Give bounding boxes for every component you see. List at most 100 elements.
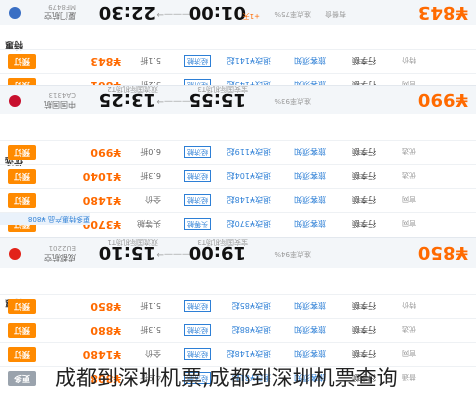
fare-price: ¥850 bbox=[90, 300, 121, 313]
passenger-notice-link[interactable]: 旅客须知 bbox=[294, 348, 326, 359]
baggage-info: 行李额 bbox=[352, 325, 376, 334]
fare-type: 官网 bbox=[402, 195, 416, 203]
departure-airport: 双流国际机场T2 bbox=[107, 85, 158, 93]
cabin-tag: 经济舱 bbox=[184, 194, 211, 206]
baggage-info: 行李额 bbox=[352, 56, 376, 65]
baggage-info: 行李额 bbox=[352, 195, 376, 204]
book-button[interactable]: 预订 bbox=[8, 54, 36, 69]
flight-header-2[interactable]: 中国国航 CA4313 13:25 双流国际机场T2 ———→ 15:55 宝安… bbox=[0, 85, 476, 114]
book-button[interactable]: 预订 bbox=[8, 145, 36, 160]
cabin-tag: 经济舱 bbox=[184, 170, 211, 182]
baggage-info: 行李额 bbox=[352, 301, 376, 310]
flight-results-page: 厦门航空 MF8479 22:30 ———→ 01:00 +1天 准点率75% … bbox=[0, 0, 476, 400]
refund-note[interactable]: 退改¥148起 bbox=[227, 194, 271, 205]
fare-row: 预订 ¥850 5.1折 经济舱 退改¥85起 旅客须知 行李额 特价 bbox=[0, 294, 476, 318]
departure-airport: 双流国际机场T1 bbox=[107, 238, 158, 246]
fare-row: 预订 ¥843 5.1折 经济舱 退改¥141起 旅客须知 行李额 特价 bbox=[0, 49, 476, 73]
fare-type: 优选 bbox=[402, 325, 416, 333]
fare-discount: 全价 bbox=[145, 349, 161, 358]
flight-number: MF8479 bbox=[48, 3, 76, 11]
fare-price: ¥880 bbox=[90, 324, 121, 337]
arrival-airport: 宝安国际机场T3 bbox=[197, 238, 248, 246]
airline-logo-icon bbox=[9, 248, 21, 260]
meal: 有餐食 bbox=[325, 10, 346, 18]
book-button[interactable]: 更多 bbox=[8, 371, 36, 386]
fare-type: 官网 bbox=[402, 349, 416, 357]
fare-discount: 5.1折 bbox=[140, 56, 161, 65]
departure-time: 22:30 bbox=[98, 2, 156, 23]
fare-discount: 5.3折 bbox=[140, 325, 161, 334]
baggage-info: 行李额 bbox=[352, 171, 376, 180]
fare-price: ¥990 bbox=[90, 146, 121, 159]
passenger-notice-link[interactable]: 旅客须知 bbox=[294, 146, 326, 157]
fare-price: ¥843 bbox=[90, 55, 121, 68]
passenger-notice-link[interactable]: 旅客须知 bbox=[294, 194, 326, 205]
cabin-tag: 经济舱 bbox=[184, 146, 211, 158]
fare-discount: 6.0折 bbox=[140, 147, 161, 156]
baggage-info: 行李额 bbox=[352, 349, 376, 358]
arrival-airport: 宝安国际机场T3 bbox=[197, 85, 248, 93]
book-button[interactable]: 预订 bbox=[8, 193, 36, 208]
passenger-notice-link[interactable]: 旅客须知 bbox=[294, 55, 326, 66]
promo-strip-text: 更多特惠产品 ¥808 bbox=[27, 215, 90, 223]
fare-discount: 全价 bbox=[145, 195, 161, 204]
book-button[interactable]: 预订 bbox=[8, 299, 36, 314]
fare-row: 预订 ¥880 5.3折 经济舱 退改¥88起 旅客须知 行李额 优选 bbox=[0, 318, 476, 342]
fare-type: 特价 bbox=[402, 301, 416, 309]
fare-row: 预订 ¥1040 6.3折 经济舱 退改¥104起 旅客须知 行李额 优选 bbox=[0, 164, 476, 188]
cabin-tag: 经济舱 bbox=[184, 55, 211, 67]
punctuality: 准点率75% bbox=[274, 10, 311, 18]
fare-price: ¥1480 bbox=[82, 348, 121, 361]
arrival-note: +1天 bbox=[242, 12, 260, 20]
fare-type: 普通 bbox=[402, 373, 416, 381]
arrow-icon: ———→ bbox=[156, 249, 191, 259]
baggage-info: 行李额 bbox=[352, 147, 376, 156]
airline-logo-icon bbox=[9, 7, 21, 19]
airline-name: 成都航空 bbox=[44, 253, 76, 262]
refund-note[interactable]: 退改¥370起 bbox=[227, 218, 271, 229]
airline-logo-icon bbox=[9, 95, 21, 107]
punctuality: 准点率93% bbox=[274, 97, 311, 105]
arrow-icon: ———→ bbox=[156, 9, 191, 19]
page-caption: 成都到深圳机票,成都到深圳机票查询 bbox=[55, 366, 398, 390]
lowest-price: ¥850 bbox=[417, 242, 468, 263]
fare-discount: 5.1折 bbox=[140, 301, 161, 310]
flight-number: CA4313 bbox=[48, 91, 77, 99]
fare-price: ¥1480 bbox=[82, 194, 121, 207]
arrival-time: 01:00 bbox=[188, 2, 246, 23]
cabin-tag: 头等舱 bbox=[184, 218, 211, 230]
airline-name: 中国国航 bbox=[44, 100, 76, 109]
book-button[interactable]: 预订 bbox=[8, 347, 36, 362]
refund-note[interactable]: 退改¥104起 bbox=[227, 170, 271, 181]
cabin-tag: 经济舱 bbox=[184, 300, 211, 312]
book-button[interactable]: 预订 bbox=[8, 169, 36, 184]
lowest-price: ¥843 bbox=[417, 2, 468, 23]
fare-row: 预订 ¥990 6.0折 经济舱 退改¥119起 旅客须知 行李额 优选 bbox=[0, 140, 476, 164]
passenger-notice-link[interactable]: 旅客须知 bbox=[294, 324, 326, 335]
fare-price: ¥1040 bbox=[82, 170, 121, 183]
fare-discount: 6.3折 bbox=[140, 171, 161, 180]
cabin-tag: 经济舱 bbox=[184, 324, 211, 336]
fare-type: 优选 bbox=[402, 147, 416, 155]
punctuality: 准点率94% bbox=[274, 250, 311, 258]
refund-note[interactable]: 退改¥85起 bbox=[232, 300, 271, 311]
refund-note[interactable]: 退改¥148起 bbox=[227, 348, 271, 359]
refund-note[interactable]: 退改¥141起 bbox=[227, 55, 271, 66]
arrow-icon: ———→ bbox=[156, 96, 191, 106]
refund-note[interactable]: 退改¥88起 bbox=[232, 324, 271, 335]
book-button[interactable]: 预订 bbox=[8, 323, 36, 338]
flight-header-1[interactable]: 厦门航空 MF8479 22:30 ———→ 01:00 +1天 准点率75% … bbox=[0, 0, 476, 25]
passenger-notice-link[interactable]: 旅客须知 bbox=[294, 170, 326, 181]
fare-type: 官网 bbox=[402, 219, 416, 227]
passenger-notice-link[interactable]: 旅客须知 bbox=[294, 218, 326, 229]
fare-row: 预订 ¥1480 全价 经济舱 退改¥148起 旅客须知 行李额 官网 bbox=[0, 188, 476, 212]
airline-name: 厦门航空 bbox=[44, 11, 76, 20]
flight-header-3[interactable]: 成都航空 EU2201 15:10 双流国际机场T1 ———→ 19:00 宝安… bbox=[0, 237, 476, 268]
fare-type: 优选 bbox=[402, 171, 416, 179]
flight-number: EU2201 bbox=[48, 244, 76, 252]
passenger-notice-link[interactable]: 旅客须知 bbox=[294, 300, 326, 311]
fare-type: 特价 bbox=[402, 56, 416, 64]
refund-note[interactable]: 退改¥119起 bbox=[227, 146, 271, 157]
baggage-info: 行李额 bbox=[352, 219, 376, 228]
promo-strip[interactable]: 更多特惠产品 ¥808 bbox=[0, 213, 90, 225]
